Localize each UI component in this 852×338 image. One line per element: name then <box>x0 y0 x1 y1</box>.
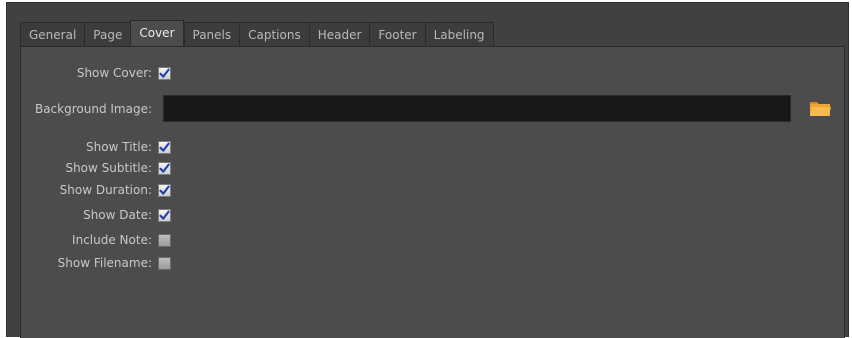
show-title-checkbox[interactable] <box>158 140 171 154</box>
show-title-label: Show Title: <box>86 140 152 154</box>
show-cover-row: Show Cover: <box>21 64 171 82</box>
show-filename-label: Show Filename: <box>57 256 152 270</box>
show-duration-row: Show Duration: <box>21 181 171 199</box>
show-date-label: Show Date: <box>83 208 152 222</box>
check-mark-icon <box>159 68 170 78</box>
export-settings-window: General Page Cover Panels Captions Heade… <box>6 2 849 338</box>
show-subtitle-label: Show Subtitle: <box>65 161 152 175</box>
tab-page[interactable]: Page <box>84 22 131 46</box>
tab-panels[interactable]: Panels <box>183 22 240 46</box>
tab-labeling[interactable]: Labeling <box>424 22 494 46</box>
show-date-row: Show Date: <box>21 206 171 224</box>
tab-captions[interactable]: Captions <box>239 22 309 46</box>
show-subtitle-checkbox[interactable] <box>158 161 171 175</box>
check-mark-icon <box>159 142 170 152</box>
show-filename-row: Show Filename: <box>21 254 171 272</box>
tab-cover[interactable]: Cover <box>130 20 184 46</box>
show-duration-checkbox[interactable] <box>158 183 171 197</box>
check-mark-icon <box>159 210 170 220</box>
include-note-checkbox[interactable] <box>158 233 171 247</box>
check-mark-icon <box>159 185 170 195</box>
show-date-checkbox[interactable] <box>158 208 171 222</box>
show-duration-label: Show Duration: <box>59 183 152 197</box>
show-cover-checkbox[interactable] <box>158 66 171 80</box>
check-mark-icon <box>159 163 170 173</box>
cover-panel: Show Cover: Background Image: Show Title… <box>20 46 845 338</box>
show-subtitle-row: Show Subtitle: <box>21 159 171 177</box>
include-note-label: Include Note: <box>72 233 152 247</box>
show-title-row: Show Title: <box>21 138 171 156</box>
background-image-row: Background Image: <box>21 100 158 118</box>
show-cover-label: Show Cover: <box>76 66 152 80</box>
show-filename-checkbox[interactable] <box>158 256 171 270</box>
tab-bar: General Page Cover Panels Captions Heade… <box>20 20 494 46</box>
background-image-field[interactable] <box>163 95 791 122</box>
folder-icon[interactable] <box>809 99 831 117</box>
background-image-label: Background Image: <box>34 102 152 116</box>
include-note-row: Include Note: <box>21 231 171 249</box>
tab-footer[interactable]: Footer <box>369 22 425 46</box>
tab-header[interactable]: Header <box>308 22 370 46</box>
tab-general[interactable]: General <box>20 22 85 46</box>
